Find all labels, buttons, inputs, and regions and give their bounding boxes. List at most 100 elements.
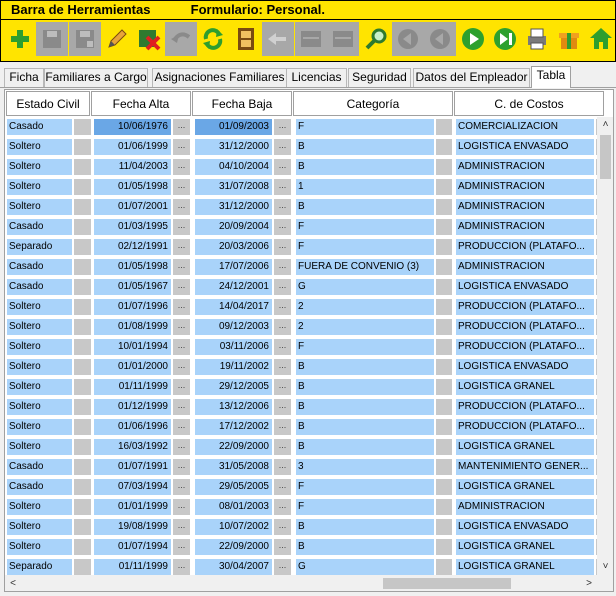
estado-civil-cell[interactable]: Soltero	[6, 378, 73, 396]
centro-de-costos-cell[interactable]: COMERCIALIZACION	[455, 118, 595, 136]
categoria-cell[interactable]: FUERA DE CONVENIO (3)	[295, 258, 435, 276]
fecha-alta-cell[interactable]: 01/01/1999	[93, 498, 172, 516]
fecha-alta-picker-button[interactable]: ...	[172, 458, 191, 476]
fecha-baja-picker-button[interactable]: ...	[273, 418, 292, 436]
categoria-dropdown-button[interactable]	[435, 458, 453, 476]
toolbar-button-previous-record[interactable]	[424, 22, 456, 56]
estado-civil-dropdown-button[interactable]	[73, 238, 92, 256]
table-row[interactable]: Soltero 19/08/1999... 10/07/2002... B LOGIST…	[5, 517, 597, 537]
tab-seguridad[interactable]: Seguridad	[348, 68, 411, 87]
toolbar-button-back-arrow[interactable]	[262, 22, 294, 56]
estado-civil-dropdown-button[interactable]	[73, 378, 92, 396]
header-centro-de-costos[interactable]: C. de Costos	[454, 91, 604, 116]
fecha-alta-picker-button[interactable]: ...	[172, 518, 191, 536]
fecha-baja-picker-button[interactable]: ...	[273, 198, 292, 216]
estado-civil-cell[interactable]: Separado	[6, 558, 73, 575]
categoria-dropdown-button[interactable]	[435, 218, 453, 236]
fecha-alta-cell[interactable]: 01/05/1998	[93, 258, 172, 276]
toolbar-button-add[interactable]	[4, 22, 36, 56]
estado-civil-dropdown-button[interactable]	[73, 218, 92, 236]
horizontal-scroll-thumb[interactable]	[383, 578, 511, 589]
tab-tabla[interactable]: Tabla	[531, 66, 571, 88]
categoria-dropdown-button[interactable]	[435, 438, 453, 456]
estado-civil-dropdown-button[interactable]	[73, 418, 92, 436]
table-row[interactable]: Casado 01/05/1967... 24/12/2001... G LOGISTI…	[5, 277, 597, 297]
table-row[interactable]: Soltero 01/01/2000... 19/11/2002... B LOGIST…	[5, 357, 597, 377]
fecha-alta-picker-button[interactable]: ...	[172, 338, 191, 356]
fecha-alta-cell[interactable]: 19/08/1999	[93, 518, 172, 536]
fecha-baja-cell[interactable]: 13/12/2006	[194, 398, 273, 416]
estado-civil-dropdown-button[interactable]	[73, 538, 92, 556]
vertical-scroll-thumb[interactable]	[600, 135, 611, 179]
categoria-dropdown-button[interactable]	[435, 378, 453, 396]
fecha-alta-picker-button[interactable]: ...	[172, 358, 191, 376]
fecha-alta-picker-button[interactable]: ...	[172, 318, 191, 336]
fecha-baja-cell[interactable]: 17/07/2006	[194, 258, 273, 276]
estado-civil-cell[interactable]: Soltero	[6, 318, 73, 336]
tab-datos-del-empleador[interactable]: Datos del Empleador	[413, 68, 530, 87]
estado-civil-cell[interactable]: Soltero	[6, 338, 73, 356]
fecha-baja-cell[interactable]: 20/09/2004	[194, 218, 273, 236]
estado-civil-cell[interactable]: Soltero	[6, 438, 73, 456]
fecha-baja-cell[interactable]: 24/12/2001	[194, 278, 273, 296]
table-row[interactable]: Soltero 16/03/1992... 22/09/2000... B LOGIST…	[5, 437, 597, 457]
fecha-baja-picker-button[interactable]: ...	[273, 518, 292, 536]
table-row[interactable]: Soltero 01/01/1999... 08/01/2003... F ADMINI…	[5, 497, 597, 517]
fecha-alta-picker-button[interactable]: ...	[172, 498, 191, 516]
estado-civil-dropdown-button[interactable]	[73, 158, 92, 176]
toolbar-button-gift[interactable]	[553, 22, 585, 56]
estado-civil-dropdown-button[interactable]	[73, 458, 92, 476]
estado-civil-cell[interactable]: Soltero	[6, 298, 73, 316]
categoria-cell[interactable]: B	[295, 138, 435, 156]
estado-civil-dropdown-button[interactable]	[73, 398, 92, 416]
fecha-alta-cell[interactable]: 01/05/1998	[93, 178, 172, 196]
categoria-cell[interactable]: B	[295, 418, 435, 436]
toolbar-button-first-record[interactable]	[392, 22, 424, 56]
categoria-cell[interactable]: F	[295, 498, 435, 516]
fecha-alta-picker-button[interactable]: ...	[172, 218, 191, 236]
categoria-cell[interactable]: F	[295, 218, 435, 236]
table-row[interactable]: Soltero 11/04/2003... 04/10/2004... B ADMINI…	[5, 157, 597, 177]
fecha-baja-picker-button[interactable]: ...	[273, 158, 292, 176]
categoria-dropdown-button[interactable]	[435, 558, 453, 575]
categoria-dropdown-button[interactable]	[435, 498, 453, 516]
fecha-baja-cell[interactable]: 31/07/2008	[194, 178, 273, 196]
table-row[interactable]: Soltero 01/05/1998... 31/07/2008... 1 ADMINI…	[5, 177, 597, 197]
header-estado-civil[interactable]: Estado Civil	[6, 91, 90, 116]
tab-ficha[interactable]: Ficha	[4, 68, 44, 87]
fecha-alta-picker-button[interactable]: ...	[172, 378, 191, 396]
toolbar-button-search[interactable]	[360, 22, 392, 56]
scroll-down-button[interactable]: ˅	[597, 559, 613, 575]
estado-civil-cell[interactable]: Soltero	[6, 198, 73, 216]
fecha-alta-cell[interactable]: 01/01/2000	[93, 358, 172, 376]
fecha-alta-cell[interactable]: 11/04/2003	[93, 158, 172, 176]
centro-de-costos-cell[interactable]: LOGISTICA GRANEL	[455, 378, 595, 396]
estado-civil-dropdown-button[interactable]	[73, 338, 92, 356]
categoria-dropdown-button[interactable]	[435, 238, 453, 256]
fecha-baja-picker-button[interactable]: ...	[273, 318, 292, 336]
centro-de-costos-cell[interactable]: ADMINISTRACION	[455, 198, 595, 216]
tab-licencias[interactable]: Licencias	[286, 68, 347, 87]
estado-civil-dropdown-button[interactable]	[73, 258, 92, 276]
categoria-cell[interactable]: B	[295, 518, 435, 536]
estado-civil-cell[interactable]: Soltero	[6, 158, 73, 176]
centro-de-costos-cell[interactable]: LOGISTICA ENVASADO	[455, 358, 595, 376]
fecha-alta-cell[interactable]: 01/07/1994	[93, 538, 172, 556]
fecha-baja-cell[interactable]: 04/10/2004	[194, 158, 273, 176]
fecha-baja-picker-button[interactable]: ...	[273, 238, 292, 256]
fecha-baja-picker-button[interactable]: ...	[273, 298, 292, 316]
estado-civil-dropdown-button[interactable]	[73, 198, 92, 216]
fecha-baja-cell[interactable]: 29/12/2005	[194, 378, 273, 396]
fecha-baja-cell[interactable]: 10/07/2002	[194, 518, 273, 536]
fecha-alta-cell[interactable]: 01/06/1999	[93, 138, 172, 156]
categoria-dropdown-button[interactable]	[435, 118, 453, 136]
fecha-alta-cell[interactable]: 02/12/1991	[93, 238, 172, 256]
fecha-alta-picker-button[interactable]: ...	[172, 278, 191, 296]
estado-civil-dropdown-button[interactable]	[73, 138, 92, 156]
fecha-alta-picker-button[interactable]: ...	[172, 178, 191, 196]
categoria-cell[interactable]: F	[295, 238, 435, 256]
estado-civil-cell[interactable]: Casado	[6, 118, 73, 136]
toolbar-button-panel[interactable]	[327, 22, 359, 56]
fecha-baja-picker-button[interactable]: ...	[273, 458, 292, 476]
scroll-left-button[interactable]: <	[5, 575, 21, 591]
